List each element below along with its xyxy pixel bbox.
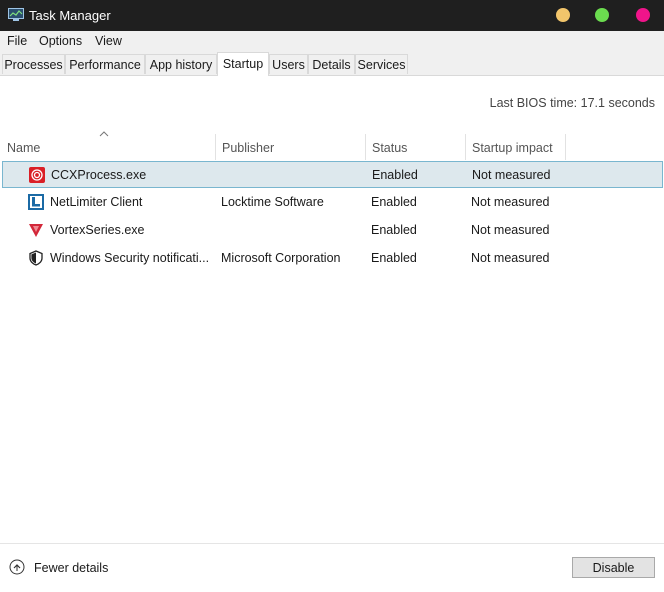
menu-view[interactable]: View	[95, 34, 122, 48]
menu-options[interactable]: Options	[39, 34, 82, 48]
footer-divider	[0, 543, 664, 544]
row-name: Windows Security notificati...	[50, 251, 210, 265]
window-title: Task Manager	[29, 8, 111, 23]
minimize-button[interactable]	[556, 8, 570, 22]
row-impact: Not measured	[471, 195, 550, 209]
title-bar: Task Manager	[0, 0, 664, 31]
row-status: Enabled	[372, 168, 418, 182]
row-status: Enabled	[371, 251, 417, 265]
shield-icon	[29, 250, 43, 266]
maximize-button[interactable]	[595, 8, 609, 22]
table-row[interactable]: NetLimiter Client Locktime Software Enab…	[2, 189, 663, 216]
tab-processes[interactable]: Processes	[2, 54, 65, 74]
menu-bar: File Options View	[0, 31, 664, 52]
sort-ascending-icon[interactable]	[99, 131, 109, 137]
row-impact: Not measured	[471, 251, 550, 265]
column-status[interactable]: Status	[372, 141, 407, 155]
column-divider[interactable]	[465, 134, 466, 160]
tab-bar: Processes Performance App history Startu…	[0, 52, 664, 76]
table-row[interactable]: CCXProcess.exe Enabled Not measured	[2, 161, 663, 188]
vortex-icon	[29, 224, 43, 237]
menu-file[interactable]: File	[7, 34, 27, 48]
row-status: Enabled	[371, 195, 417, 209]
table-row[interactable]: Windows Security notificati... Microsoft…	[2, 245, 663, 272]
bios-time: Last BIOS time: 17.1 seconds	[490, 96, 655, 110]
row-publisher: Locktime Software	[221, 195, 324, 209]
tab-app-history[interactable]: App history	[145, 54, 217, 74]
table-row[interactable]: VortexSeries.exe Enabled Not measured	[2, 217, 663, 244]
netlimiter-icon	[28, 194, 44, 210]
tab-users[interactable]: Users	[269, 54, 308, 74]
fewer-details-link[interactable]: Fewer details	[34, 561, 108, 575]
row-name: VortexSeries.exe	[50, 223, 145, 237]
tab-performance[interactable]: Performance	[65, 54, 145, 74]
row-name: NetLimiter Client	[50, 195, 143, 209]
ccx-icon	[29, 167, 45, 183]
bios-time-value: 17.1 seconds	[580, 96, 655, 110]
tab-services[interactable]: Services	[355, 54, 408, 74]
column-publisher[interactable]: Publisher	[222, 141, 274, 155]
column-startup-impact[interactable]: Startup impact	[472, 141, 553, 155]
disable-button[interactable]: Disable	[572, 557, 655, 578]
row-status: Enabled	[371, 223, 417, 237]
column-header: Name Publisher Status Startup impact	[0, 131, 664, 160]
row-name: CCXProcess.exe	[51, 168, 147, 182]
tab-startup[interactable]: Startup	[217, 52, 269, 76]
row-impact: Not measured	[471, 223, 550, 237]
column-divider[interactable]	[365, 134, 366, 160]
close-button[interactable]	[636, 8, 650, 22]
row-publisher: Microsoft Corporation	[221, 251, 341, 265]
column-divider[interactable]	[215, 134, 216, 160]
bios-time-label: Last BIOS time:	[489, 96, 578, 110]
chevron-up-circle-icon[interactable]	[9, 559, 25, 575]
tab-details[interactable]: Details	[308, 54, 355, 74]
row-impact: Not measured	[472, 168, 551, 182]
column-name[interactable]: Name	[7, 141, 40, 155]
column-divider[interactable]	[565, 134, 566, 160]
task-manager-icon	[8, 8, 24, 21]
